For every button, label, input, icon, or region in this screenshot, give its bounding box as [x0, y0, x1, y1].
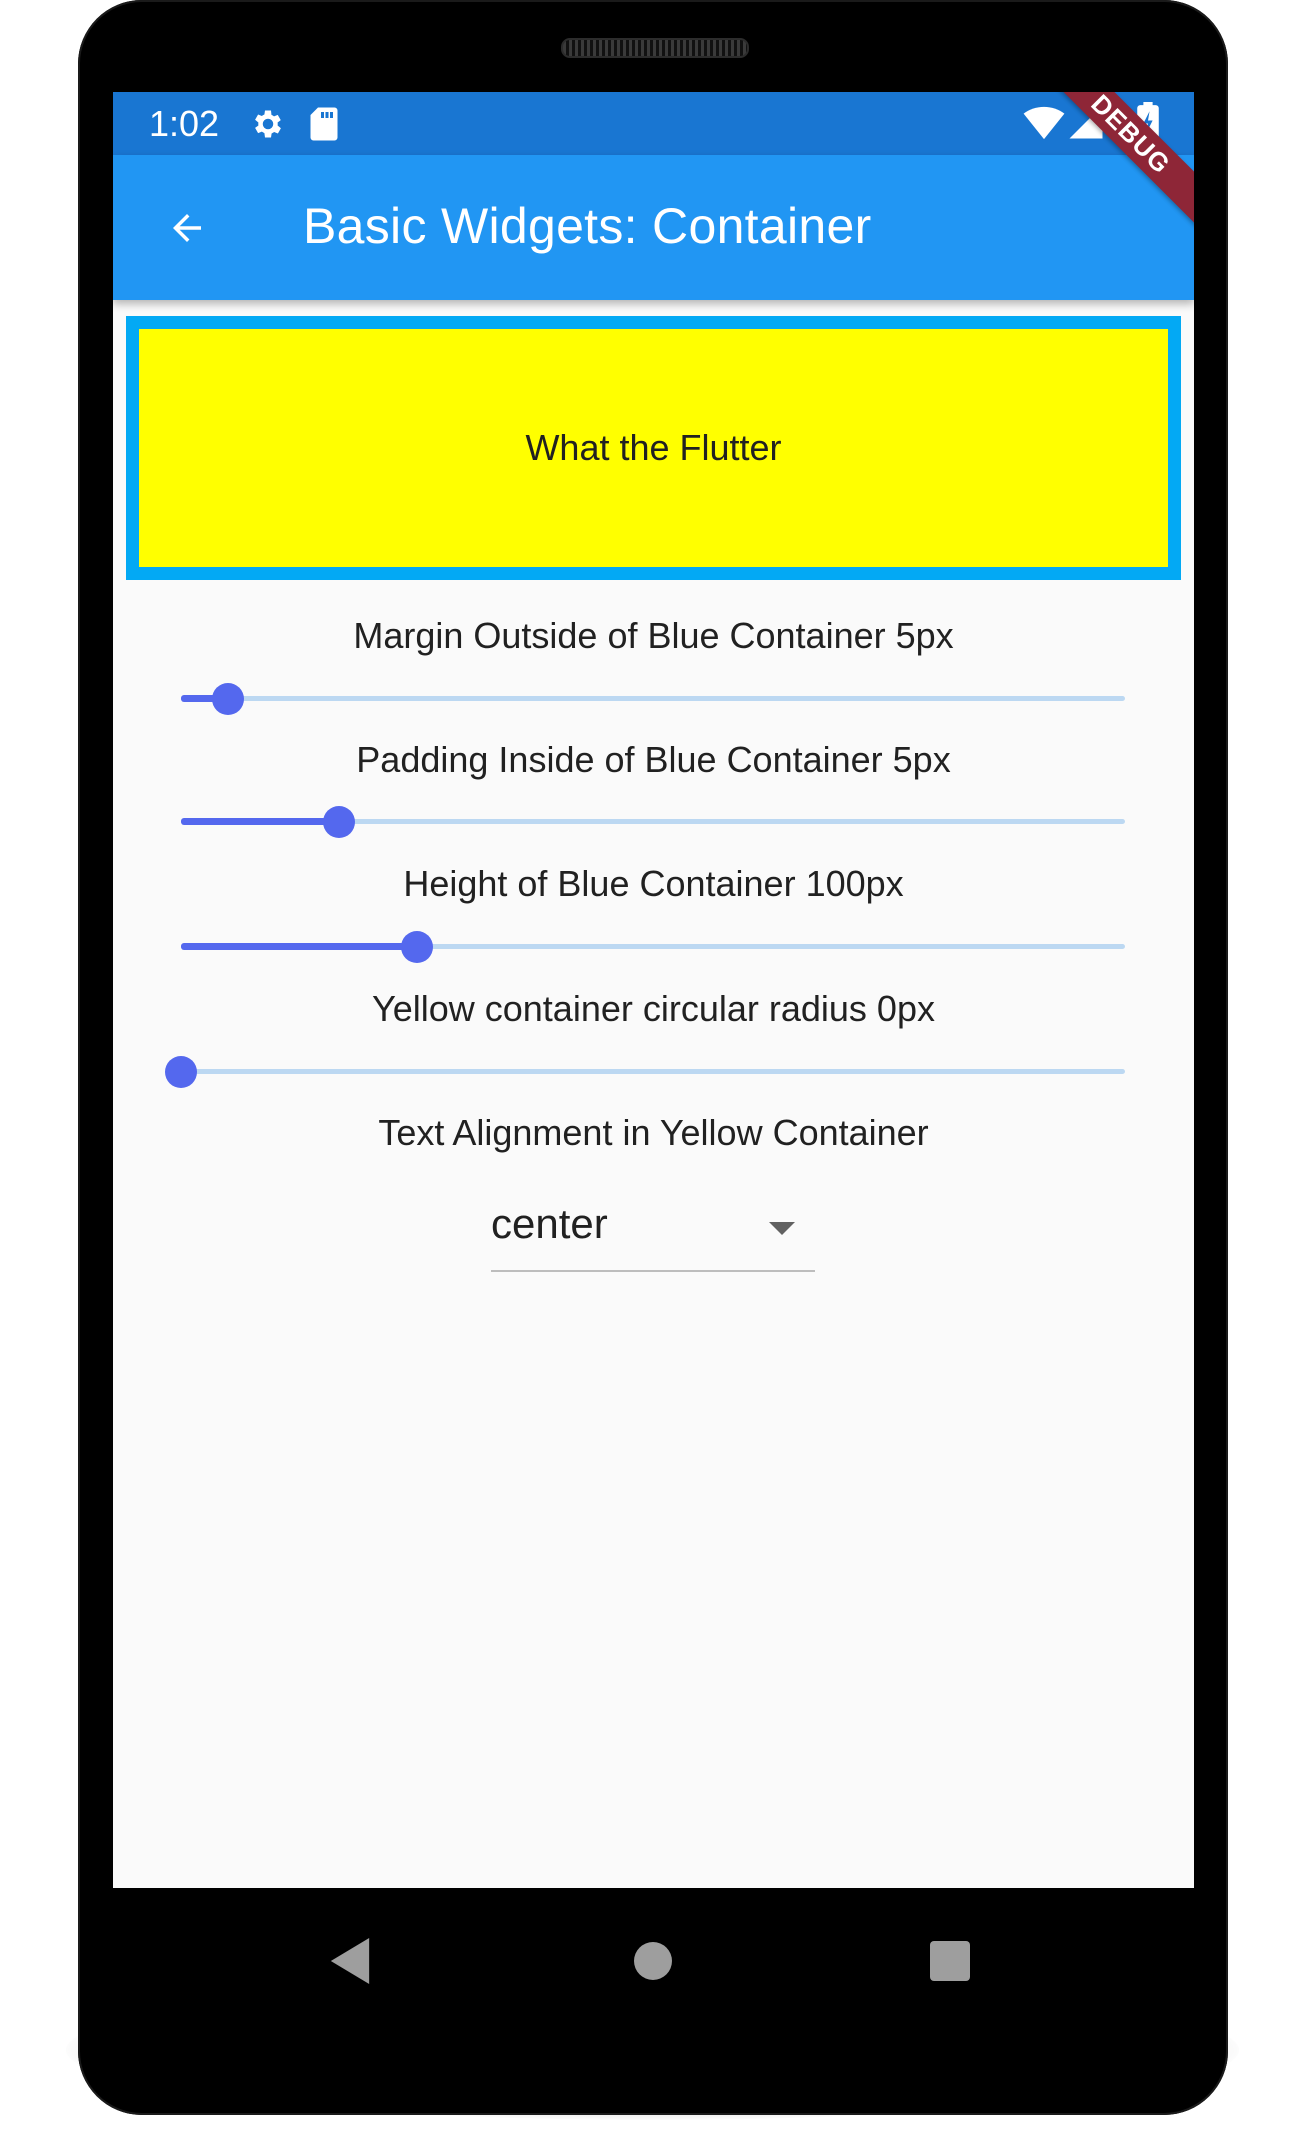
- padding-slider-label: Padding Inside of Blue Container 5px: [356, 739, 951, 780]
- blue-container: What the Flutter: [126, 316, 1181, 580]
- device-screen: 1:02 Basic Widgets: Container DEBUG What…: [113, 92, 1194, 1888]
- radius-slider[interactable]: [165, 1042, 1125, 1102]
- app-bar: Basic Widgets: Container: [113, 155, 1194, 300]
- nav-back-button[interactable]: [315, 1926, 385, 1996]
- slider-track: [181, 696, 1125, 701]
- page-title: Basic Widgets: Container: [303, 198, 872, 254]
- slider-thumb[interactable]: [165, 1056, 197, 1088]
- earpiece-speaker: [561, 38, 749, 58]
- slider-track: [181, 1069, 1125, 1074]
- yellow-container: What the Flutter: [139, 329, 1168, 567]
- phone-frame: 1:02 Basic Widgets: Container DEBUG What…: [78, 0, 1228, 2115]
- slider-thumb[interactable]: [401, 931, 433, 963]
- dropdown-selected-value: center: [491, 1200, 608, 1247]
- status-time: 1:02: [149, 103, 220, 144]
- yellow-container-text: What the Flutter: [525, 427, 782, 468]
- text-alignment-dropdown[interactable]: center: [491, 1188, 815, 1272]
- nav-home-button[interactable]: [618, 1926, 688, 1996]
- home-circle-icon: [634, 1942, 672, 1980]
- radius-slider-label: Yellow container circular radius 0px: [372, 988, 935, 1029]
- caret-down-icon: [769, 1222, 795, 1235]
- back-button[interactable]: [157, 200, 217, 256]
- nav-recents-button[interactable]: [915, 1926, 985, 1996]
- text-alignment-label: Text Alignment in Yellow Container: [378, 1112, 929, 1153]
- height-slider[interactable]: [181, 917, 1125, 977]
- margin-slider-label: Margin Outside of Blue Container 5px: [353, 615, 954, 656]
- slider-active-track: [181, 943, 417, 950]
- gear-icon: [250, 106, 286, 147]
- status-bar: 1:02: [113, 92, 1194, 155]
- recents-square-icon: [930, 1941, 970, 1981]
- navigation-bar: [113, 1888, 1194, 2038]
- slider-thumb[interactable]: [322, 806, 355, 838]
- slider-thumb[interactable]: [212, 683, 245, 715]
- padding-slider[interactable]: [181, 792, 1125, 852]
- height-slider-label: Height of Blue Container 100px: [403, 863, 904, 904]
- arrow-left-icon: [173, 214, 201, 242]
- sd-card-icon: [309, 106, 339, 147]
- slider-active-track: [181, 818, 339, 825]
- wifi-icon: [1023, 106, 1065, 145]
- margin-slider[interactable]: [181, 669, 1125, 729]
- back-triangle-icon: [330, 1938, 370, 1984]
